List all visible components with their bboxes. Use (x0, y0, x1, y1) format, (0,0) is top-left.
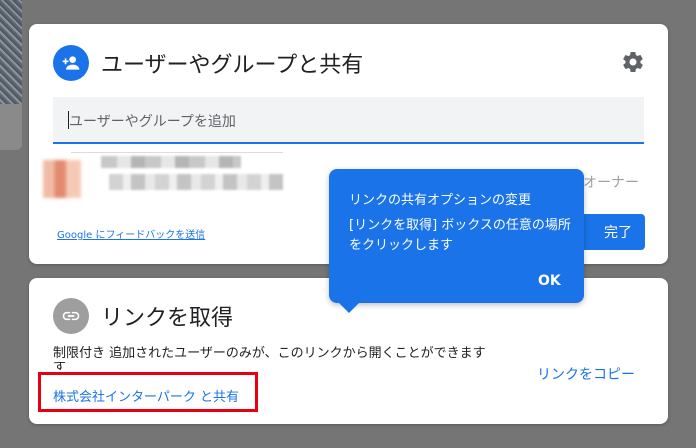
person-add-icon (53, 45, 89, 81)
redacted-member-name (101, 156, 241, 168)
add-people-input[interactable]: ユーザーやグループを追加 (53, 97, 644, 144)
background-thumbnail (0, 0, 22, 104)
restriction-description: 制限付き 追加されたユーザーのみが、このリンクから開くことができます (53, 346, 486, 361)
redacted-member-email (109, 174, 283, 190)
tooltip-ok-button[interactable]: OK (538, 273, 561, 289)
share-title: ユーザーやグループと共有 (101, 53, 364, 78)
feedback-link[interactable]: Google にフィードバックを送信 (57, 226, 205, 241)
divider (71, 152, 283, 153)
background-page-strip (0, 0, 22, 150)
owner-role-label: オーナー (583, 175, 639, 191)
highlight-annotation-box (38, 372, 258, 412)
gear-icon[interactable] (621, 50, 645, 74)
copy-link-button[interactable]: リンクをコピー (537, 364, 635, 384)
get-link-title: リンクを取得 (101, 306, 234, 331)
share-options-tooltip: リンクの共有オプションの変更 [リンクを取得] ボックスの任意の場所をクリックし… (329, 169, 584, 313)
tooltip-title: リンクの共有オプションの変更 (349, 193, 532, 208)
done-button[interactable]: 完了 (577, 214, 645, 250)
restriction-description-overflow: す (53, 362, 67, 370)
tooltip-body: [リンクを取得] ボックスの任意の場所をクリックします (349, 218, 571, 253)
add-people-placeholder: ユーザーやグループを追加 (69, 114, 236, 130)
avatar (43, 160, 81, 198)
link-icon (53, 298, 89, 334)
